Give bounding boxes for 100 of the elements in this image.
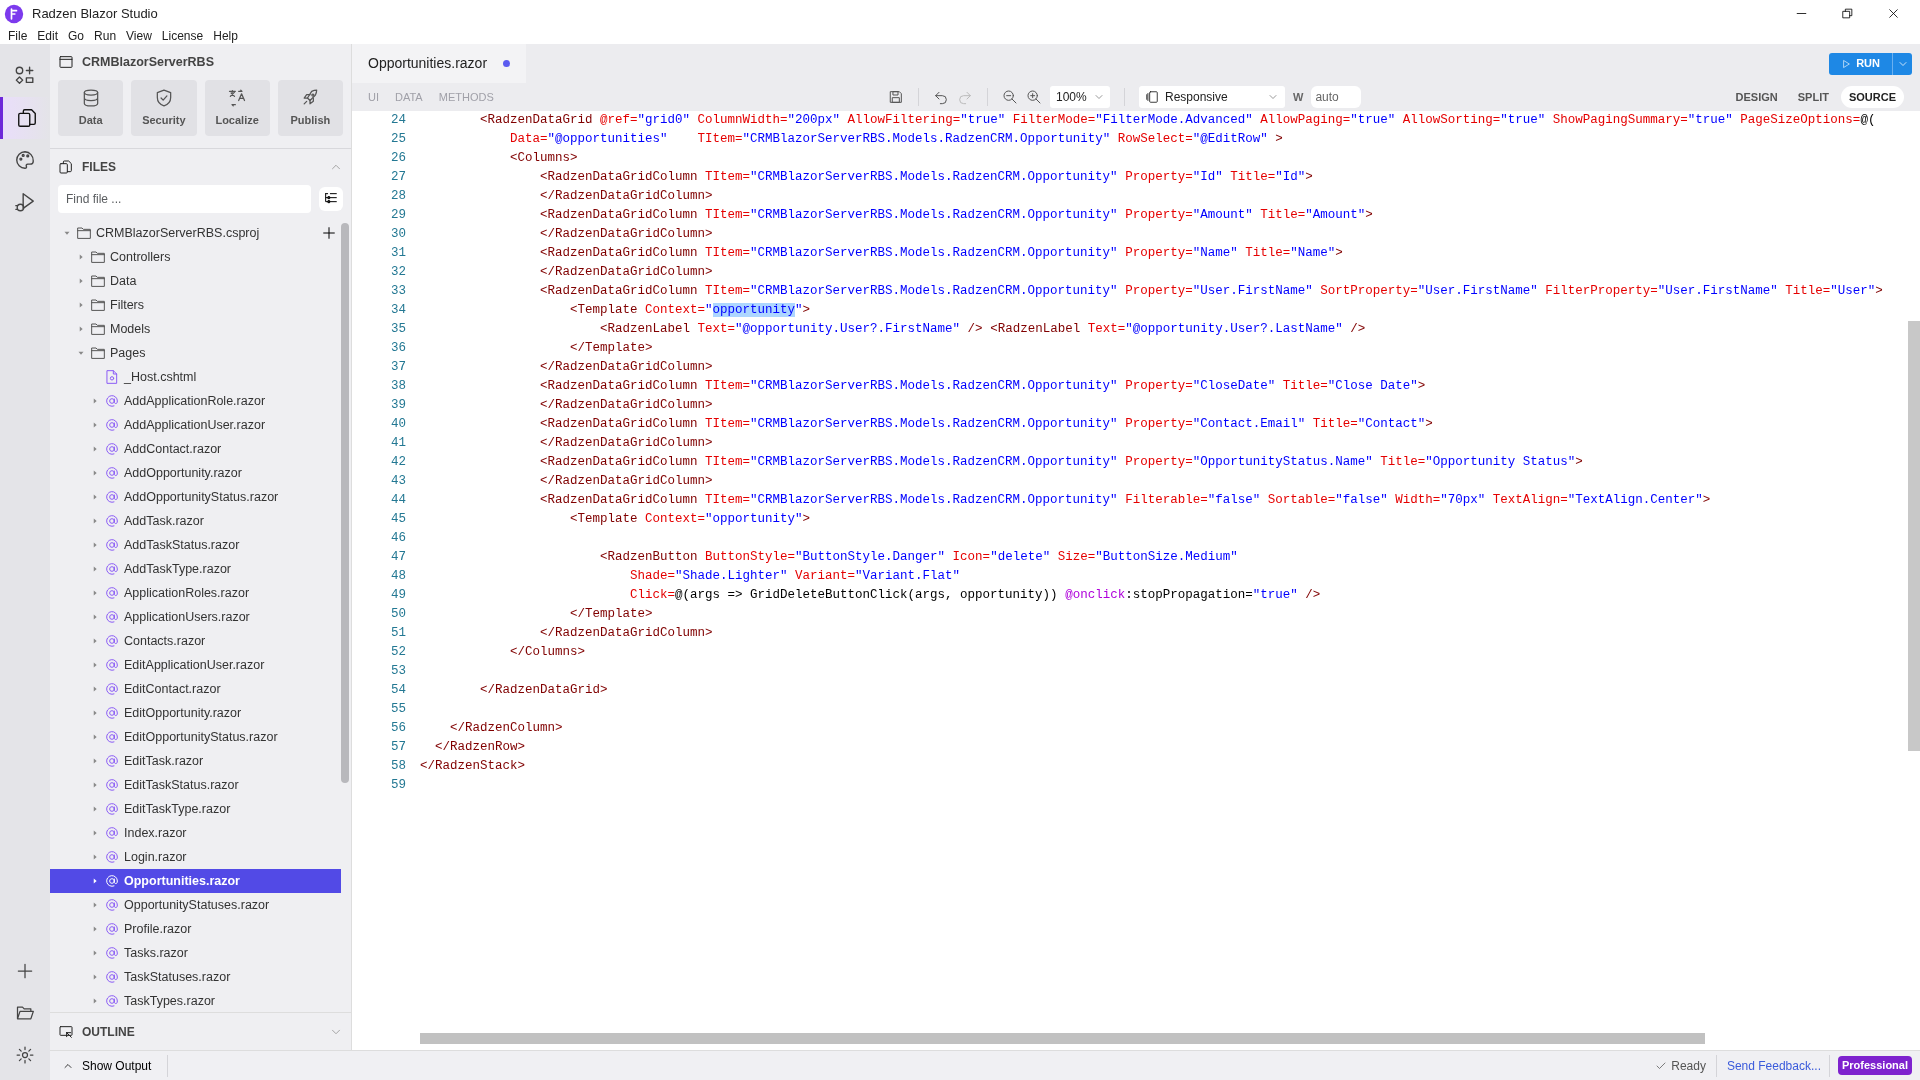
undo-icon <box>933 89 949 105</box>
show-output-button[interactable]: Show Output <box>58 1055 156 1076</box>
save-button[interactable] <box>888 89 904 105</box>
tree-item[interactable]: Filters <box>50 292 341 317</box>
code-line: Click=@(args => GridDeleteButtonClick(args, opportunity)) @onclick:stopPropagation="true" /> <box>629 587 1321 604</box>
at-sign-icon <box>104 392 120 409</box>
tree-item[interactable]: AddContact.razor <box>50 436 341 461</box>
tree-item[interactable]: AddTask.razor <box>50 508 341 533</box>
tree-item[interactable]: Profile.razor <box>50 916 341 941</box>
line-number: 44 <box>390 492 407 509</box>
view-tab[interactable]: DESIGN <box>1727 85 1786 109</box>
tree-item[interactable]: Data <box>50 268 341 293</box>
code-line: <RadzenDataGridColumn TItem="CRMBlazorServerRBS.Models.RadzenCRM.Opportunity" Property="CloseDate" Title="Close Date"> <box>539 378 1426 395</box>
search-field[interactable]: Find file ... <box>58 184 311 213</box>
tree-item[interactable]: EditOpportunityStatus.razor <box>50 724 341 749</box>
menu-item[interactable]: File <box>8 26 28 45</box>
width-field[interactable]: auto <box>1311 86 1362 108</box>
tree-item[interactable]: EditTaskType.razor <box>50 796 341 821</box>
menu-item[interactable]: View <box>126 26 152 45</box>
tree-item[interactable]: EditTaskStatus.razor <box>50 772 341 797</box>
menu-item[interactable]: Edit <box>37 26 59 45</box>
code-line: Shade="Shade.Lighter" Variant="Variant.Flat" <box>629 568 961 585</box>
tree-item[interactable]: EditOpportunity.razor <box>50 700 341 725</box>
run-debug-icon <box>14 191 36 213</box>
tree-item[interactable]: ApplicationUsers.razor <box>50 604 341 629</box>
tree-item[interactable]: Contacts.razor <box>50 628 341 653</box>
feedback-link[interactable]: Send Feedback... <box>1726 1056 1821 1075</box>
line-number: 55 <box>390 701 407 718</box>
zoom-in-icon <box>1026 89 1042 105</box>
zoom-in-button[interactable] <box>1026 89 1042 105</box>
tree-item[interactable]: Login.razor <box>50 844 341 869</box>
view-tab[interactable]: SOURCE <box>1840 85 1904 109</box>
tree-item[interactable]: Opportunities.razor <box>50 868 341 893</box>
at-sign-icon <box>104 848 120 865</box>
line-number: 54 <box>390 682 407 699</box>
line-number: 35 <box>390 321 407 338</box>
at-sign-icon <box>104 728 120 745</box>
code-line: </Columns> <box>509 644 586 661</box>
tool-button[interactable]: Data <box>58 79 124 136</box>
tree-item[interactable]: Pages <box>50 340 341 365</box>
menu-item[interactable]: Help <box>213 26 238 45</box>
editor-tab[interactable]: Opportunities.razor <box>352 44 527 83</box>
tree-item[interactable]: CRMBlazorServerRBS.csproj <box>50 220 341 245</box>
at-sign-icon <box>104 416 120 433</box>
tree-item[interactable]: ApplicationRoles.razor <box>50 580 341 605</box>
add-icon <box>15 961 35 981</box>
license-badge: Professional <box>1837 1056 1912 1075</box>
code-line: </RadzenRow> <box>434 739 526 756</box>
menu-item[interactable]: Go <box>68 26 85 45</box>
at-sign-icon <box>104 632 120 649</box>
code-line: </RadzenStack> <box>420 758 526 775</box>
tree-item[interactable]: TaskTypes.razor <box>50 988 341 1013</box>
run-options-button[interactable] <box>1892 52 1912 75</box>
tree-item[interactable]: TaskStatuses.razor <box>50 964 341 989</box>
scrollbar-thumb[interactable] <box>341 222 349 783</box>
tree-item[interactable]: EditApplicationUser.razor <box>50 652 341 677</box>
scrollbar-thumb[interactable] <box>1908 321 1920 751</box>
tree-item[interactable]: OpportunityStatuses.razor <box>50 892 341 917</box>
at-sign-icon <box>104 944 120 961</box>
tree-item[interactable]: AddOpportunity.razor <box>50 460 341 485</box>
view-tab[interactable]: SPLIT <box>1789 85 1837 109</box>
line-number: 53 <box>390 663 407 680</box>
tool-button[interactable]: Security <box>131 79 197 136</box>
tree-item[interactable]: EditContact.razor <box>50 676 341 701</box>
at-sign-icon <box>104 992 120 1009</box>
tool-button[interactable]: Publish <box>277 79 343 136</box>
tree-item[interactable]: Index.razor <box>50 820 341 845</box>
run-button[interactable]: RUN <box>1829 52 1892 75</box>
at-sign-icon <box>104 872 120 889</box>
tree-item[interactable]: AddApplicationRole.razor <box>50 388 341 413</box>
tool-button[interactable]: Localize <box>204 79 270 136</box>
tree-item[interactable]: EditTask.razor <box>50 748 341 773</box>
code-line: <Template Context="opportunity"> <box>569 511 811 528</box>
menu-item[interactable]: License <box>161 26 204 45</box>
tree-item[interactable]: AddTaskType.razor <box>50 556 341 581</box>
scrollbar-thumb[interactable] <box>420 1033 1705 1045</box>
code-line: </RadzenDataGridColumn> <box>539 359 713 376</box>
menu-item[interactable]: Run <box>94 26 117 45</box>
files-icon <box>15 107 38 129</box>
tree-item[interactable]: Tasks.razor <box>50 940 341 965</box>
plus-icon <box>321 224 337 241</box>
tree-item[interactable]: AddOpportunityStatus.razor <box>50 484 341 509</box>
line-number: 24 <box>390 112 407 129</box>
add-button[interactable] <box>321 224 337 241</box>
width-label: W <box>1293 89 1304 105</box>
zoom-select[interactable]: 100% <box>1050 86 1110 108</box>
tree-item[interactable]: Models <box>50 316 341 341</box>
tree-item[interactable]: Controllers <box>50 244 341 269</box>
zoom-out-button[interactable] <box>1002 89 1018 105</box>
tree-item[interactable]: AddTaskStatus.razor <box>50 532 341 557</box>
at-sign-icon <box>104 560 120 577</box>
at-sign-icon <box>104 584 120 601</box>
device-select[interactable]: Responsive <box>1139 86 1285 108</box>
tree-item[interactable]: AddApplicationUser.razor <box>50 412 341 437</box>
tree-view-button[interactable] <box>319 186 343 211</box>
tree-item[interactable]: _Host.cshtml <box>50 364 341 389</box>
undo-button[interactable] <box>933 89 949 105</box>
files-icon <box>58 158 74 175</box>
at-sign-icon <box>104 920 120 937</box>
at-sign-icon <box>104 536 120 553</box>
